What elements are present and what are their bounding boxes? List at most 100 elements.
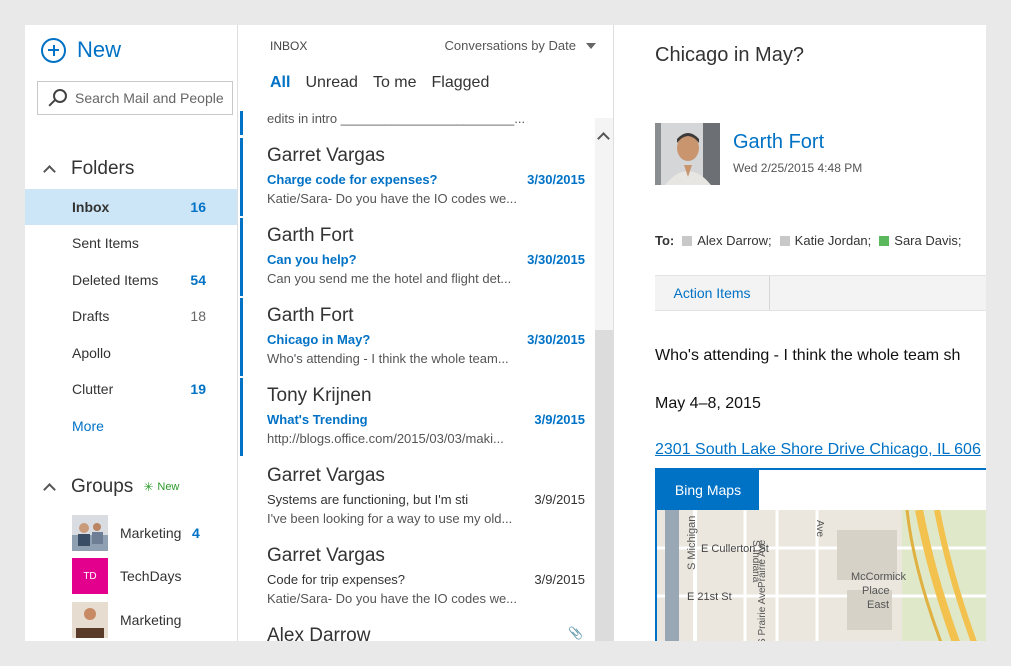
map-label-mccormick: McCormick [851,571,906,583]
sender-avatar[interactable] [655,123,720,185]
message-date: 3/9/2015 [534,412,585,427]
message-preview: Katie/Sara- Do you have the IO codes we.… [267,191,518,206]
folder-apollo[interactable]: Apollo [25,335,237,371]
sort-label: Conversations by Date [444,38,576,53]
recipient-alex-darrow[interactable]: Alex Darrow; [682,233,772,248]
folders-label: Folders [71,158,135,179]
to-label: To: [655,233,675,248]
message-body-line: May 4–8, 2015 [655,395,761,412]
recipient-katie-jordan[interactable]: Katie Jordan; [779,233,872,248]
new-label: New [77,37,122,62]
message-sender: Tony Krijnen [267,385,372,406]
search-input[interactable] [75,90,225,106]
folders-more-link[interactable]: More [25,408,237,444]
search-icon[interactable] [48,89,67,107]
filter-tabs: All Unread To me Flagged [270,74,504,92]
filter-to-me[interactable]: To me [373,74,417,92]
message-preview: Can you send me the hotel and flight det… [267,271,512,286]
folder-deleted-items[interactable]: Deleted Items 54 [25,262,237,298]
message-item[interactable]: Garth Fort Can you help? 3/30/2015 Can y… [238,218,593,298]
message-item[interactable]: Tony Krijnen What's Trending 3/9/2015 ht… [238,378,593,458]
message-item[interactable]: Garret Vargas Systems are functioning, b… [238,458,593,538]
message-item[interactable]: Alex Darrow 📎 [238,618,593,641]
recipients-line: To: Alex Darrow; Katie Jordan; Sara Davi… [655,233,969,248]
message-item[interactable]: Garth Fort Chicago in May? 3/30/2015 Who… [238,298,593,378]
message-subject-heading: Chicago in May? [655,44,804,66]
groups-header[interactable]: Groups ✳ New [43,476,179,498]
folder-sent-items[interactable]: Sent Items [25,225,237,261]
unread-bar [240,298,243,376]
unread-bar [240,111,243,135]
folders-header[interactable]: Folders [43,158,135,180]
recipient-name: Alex Darrow; [697,233,772,248]
sent-date: Wed 2/25/2015 4:48 PM [733,161,863,175]
folder-label: Clutter [72,381,114,397]
group-techdays[interactable]: TD TechDays [72,558,182,594]
recipient-name: Katie Jordan; [794,233,872,248]
message-preview: Who's attending - I think the whole team… [267,351,509,366]
folder-count: 54 [190,272,206,288]
message-item[interactable]: Garret Vargas Code for trip expenses? 3/… [238,538,593,618]
reading-pane: Chicago in May? Garth Fort Wed 2/25/2015… [615,25,986,641]
group-marketing-2[interactable]: Marketing [72,602,182,638]
message-preview: edits in intro ________________________.… [267,111,526,126]
presence-indicator [779,235,790,246]
map-header: Bing Maps [657,470,986,510]
filter-all[interactable]: All [270,74,290,92]
message-subject: Charge code for expenses? [267,172,438,187]
folder-drafts[interactable]: Drafts 18 [25,298,237,334]
presence-indicator [682,235,693,246]
sparkle-icon: ✳ [143,480,154,494]
message-list-scrollbar[interactable] [595,118,613,641]
message-sender: Garth Fort [267,305,354,326]
message-preview: http://blogs.office.com/2015/03/03/maki.… [267,431,504,446]
message-item[interactable]: Garret Vargas Charge code for expenses? … [238,138,593,218]
recipient-sara-davis[interactable]: Sara Davis; [879,233,961,248]
folder-label: Drafts [72,308,110,324]
address-link[interactable]: 2301 South Lake Shore Drive Chicago, IL … [655,441,981,459]
group-label: TechDays [120,568,182,584]
message-item-partial[interactable]: edits in intro ________________________.… [238,111,593,135]
folder-clutter[interactable]: Clutter 19 [25,371,237,407]
message-sender: Garth Fort [267,225,354,246]
message-date: 3/30/2015 [527,172,585,187]
new-badge: ✳ New [143,480,179,494]
filter-unread[interactable]: Unread [305,74,357,92]
sender-name-link[interactable]: Garth Fort [733,131,824,154]
message-preview: Katie/Sara- Do you have the IO codes we.… [267,591,518,606]
search-box[interactable] [37,81,233,115]
message-body-line: Who's attending - I think the whole team… [655,347,961,364]
group-count: 4 [192,525,200,541]
bing-maps-tab[interactable]: Bing Maps [657,470,759,510]
group-avatar [72,515,108,551]
presence-indicator [879,235,890,246]
outlook-window: New Folders Inbox 16 Sent Items Deleted … [25,25,986,641]
folder-count: 18 [190,308,206,324]
map-view[interactable]: S Michigan E Cullerton St E 21st St S In… [657,510,986,641]
folder-label: Deleted Items [72,272,159,288]
sort-dropdown[interactable]: Conversations by Date [444,38,596,53]
folder-count: 16 [190,199,206,215]
recipient-name: Sara Davis; [894,233,962,248]
filter-flagged[interactable]: Flagged [432,74,490,92]
paperclip-icon: 📎 [568,626,583,640]
chevron-up-icon [43,165,56,178]
map-label-s-prairie: S Prairie Ave [757,587,768,641]
new-badge-label: New [157,481,180,493]
group-marketing[interactable]: Marketing 4 [72,515,200,551]
map-label-place: Place [862,585,890,597]
folder-label: Apollo [72,345,111,361]
folder-inbox[interactable]: Inbox 16 [25,189,237,225]
scroll-thumb[interactable] [595,330,613,641]
message-list-pane: INBOX Conversations by Date All Unread T… [238,25,614,641]
group-avatar: TD [72,558,108,594]
plus-circle-icon [41,37,66,63]
message-preview: I've been looking for a way to use my ol… [267,511,513,526]
message-date: 3/9/2015 [534,492,585,507]
new-mail-button[interactable]: New [41,37,121,63]
caret-down-icon [586,42,596,49]
action-items-tab[interactable]: Action Items [655,276,770,310]
message-sender: Garret Vargas [267,545,385,566]
map-label-prairie: Prairie Ave [757,539,768,588]
scroll-up-icon[interactable] [597,132,610,145]
